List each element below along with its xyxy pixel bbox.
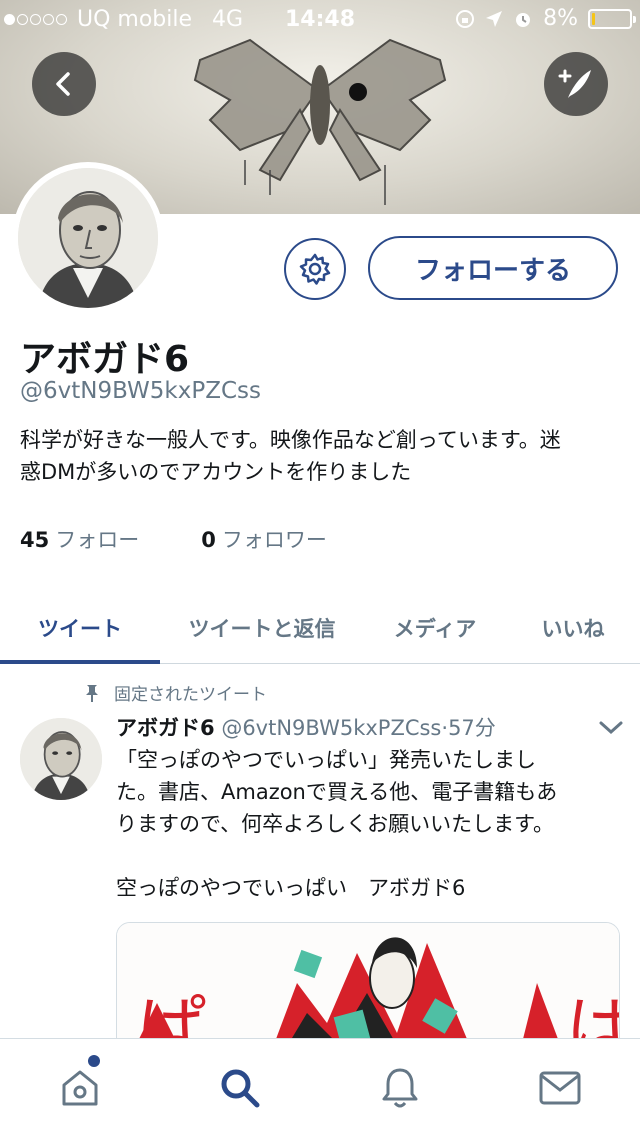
tweet-avatar[interactable] [20,718,102,800]
tweet-handle: @6vtN9BW5kxPZCss [221,716,442,740]
alarm-icon [516,12,531,27]
chevron-down-icon [599,721,623,735]
back-button[interactable] [32,52,96,116]
followers-stat[interactable]: 0 フォロワー [201,524,327,554]
compose-feather-icon [558,69,591,98]
settings-button[interactable] [284,238,346,300]
tab-tweets-and-replies[interactable]: ツイートと返信 [160,592,364,663]
tweet-text-line: 空っぽのやつでいっぱい アボガド6 [116,876,466,900]
tweet-text-line: りますので、何卒よろしくお願いいたします。 [116,812,555,836]
nav-home[interactable] [0,1039,160,1136]
follow-button[interactable]: フォローする [368,236,618,300]
display-name: アボガド6 [20,339,190,380]
avatar-portrait [20,718,102,800]
rotation-lock-icon [456,9,475,28]
search-icon [221,1069,260,1107]
tweet-author[interactable]: アボガド6 [116,716,215,740]
following-count: 45 [20,528,50,552]
home-icon [62,1070,98,1105]
gear-icon [299,253,331,285]
pinned-indicator: 固定されたツイート [84,680,267,705]
tab-likes[interactable]: いいね [506,592,640,663]
nav-notifications[interactable] [320,1039,480,1136]
avatar-portrait [18,168,158,308]
tweet-header: アボガド6 @6vtN9BW5kxPZCss·57分 [116,712,496,742]
profile-tabs: ツイート ツイートと返信 メディア いいね [0,592,640,664]
following-label: フォロー [55,528,140,552]
user-handle: @6vtN9BW5kxPZCss [20,378,262,404]
followers-count: 0 [201,528,216,552]
status-bar: UQ mobile 4G 14:48 8% [0,0,640,40]
bell-icon [382,1068,418,1107]
battery-percent: 8% [543,6,578,31]
tweet-text: 「空っぽのやつでいっぱい」発売いたしまし た。書店、Amazonで買える他、電子… [116,744,616,904]
chevron-left-icon [56,72,70,96]
tab-media[interactable]: メディア [364,592,506,663]
pin-icon [86,684,98,702]
battery-icon [588,8,636,29]
nav-search[interactable] [160,1039,320,1136]
profile-bio: 科学が好きな一般人です。映像作品など創っています。迷 惑DMが多いのでアカウント… [20,424,620,488]
location-icon [486,10,503,27]
tweet-text-line: 「空っぽのやつでいっぱい」発売いたしまし [116,748,536,772]
tweet-time: 57分 [448,716,496,740]
mail-icon [539,1071,581,1104]
compose-tweet-button[interactable] [544,52,608,116]
bio-line: 科学が好きな一般人です。映像作品など創っています。迷 [20,428,561,452]
followers-label: フォロワー [221,528,327,552]
bio-line: 惑DMが多いのでアカウントを作りました [20,460,412,484]
new-content-dot [88,1055,100,1067]
bottom-nav [0,1038,640,1136]
tweet-menu-button[interactable] [598,720,624,740]
follow-stats: 45 フォロー 0 フォロワー [20,524,327,554]
tweet-text-line: た。書店、Amazonで買える他、電子書籍もあ [116,780,558,804]
nav-messages[interactable] [480,1039,640,1136]
profile-avatar[interactable] [12,162,164,314]
following-stat[interactable]: 45 フォロー [20,524,139,554]
pinned-label: 固定されたツイート [114,685,267,705]
tab-tweets[interactable]: ツイート [0,592,160,664]
